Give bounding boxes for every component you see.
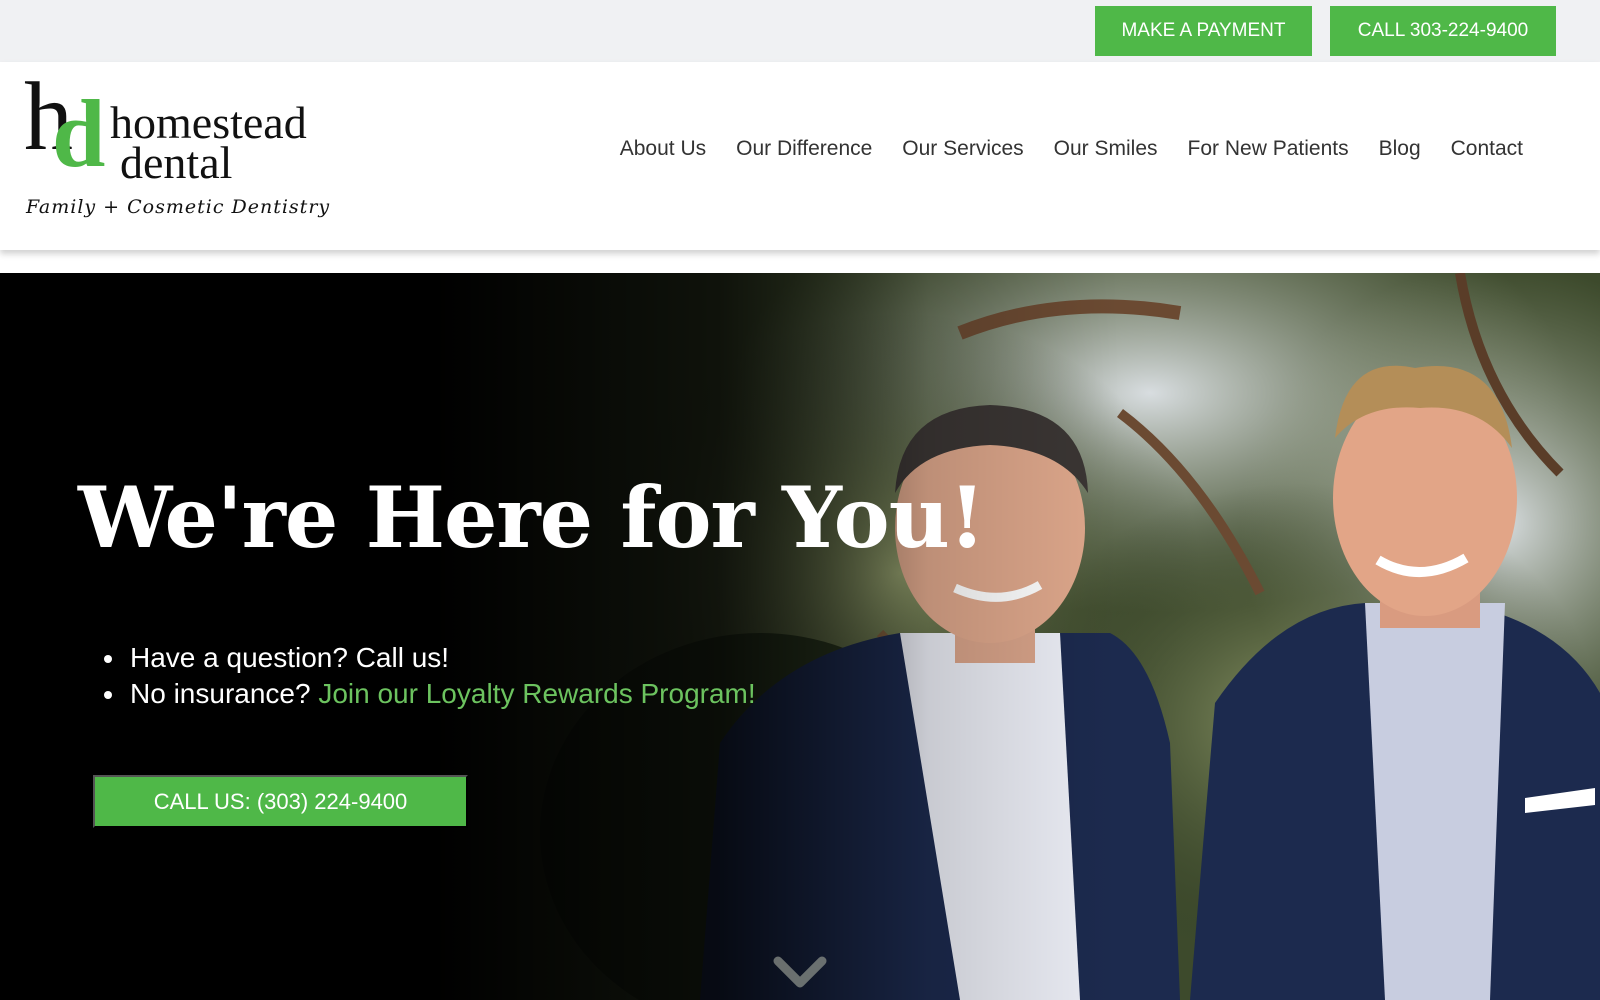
main-navigation: About Us Our Difference Our Services Our… bbox=[605, 137, 1538, 161]
chevron-down-icon[interactable] bbox=[772, 953, 828, 993]
homestead-dental-logo[interactable]: h d homestead dental Family + Cosmetic D… bbox=[24, 68, 334, 241]
hero-title: We're Here for You! bbox=[78, 468, 986, 567]
list-item: No insurance? Join our Loyalty Rewards P… bbox=[100, 676, 756, 712]
hero-banner: We're Here for You! Have a question? Cal… bbox=[0, 273, 1600, 1000]
logo-monogram-d: d bbox=[52, 80, 106, 187]
make-payment-button[interactable]: MAKE A PAYMENT bbox=[1095, 6, 1312, 56]
list-item: Have a question? Call us! bbox=[100, 640, 756, 676]
site-header: h d homestead dental Family + Cosmetic D… bbox=[0, 62, 1600, 250]
utility-bar: MAKE A PAYMENT CALL 303-224-9400 bbox=[0, 0, 1600, 62]
logo-tagline: Family + Cosmetic Dentistry bbox=[26, 196, 331, 218]
bullet-insurance-text: No insurance? bbox=[130, 678, 319, 709]
logo-wordmark-dental: dental bbox=[120, 137, 233, 188]
nav-item-contact[interactable]: Contact bbox=[1436, 137, 1538, 161]
call-phone-button[interactable]: CALL 303-224-9400 bbox=[1330, 6, 1556, 56]
bullet-question-text: Have a question? Call us! bbox=[130, 642, 450, 673]
nav-item-for-new-patients[interactable]: For New Patients bbox=[1173, 137, 1364, 161]
hero-photo-dentists bbox=[0, 273, 1600, 1000]
nav-item-blog[interactable]: Blog bbox=[1364, 137, 1436, 161]
nav-item-our-services[interactable]: Our Services bbox=[887, 137, 1038, 161]
nav-item-our-difference[interactable]: Our Difference bbox=[721, 137, 887, 161]
call-us-button[interactable]: CALL US: (303) 224-9400 bbox=[93, 775, 468, 828]
nav-item-our-smiles[interactable]: Our Smiles bbox=[1039, 137, 1173, 161]
loyalty-rewards-link[interactable]: Join our Loyalty Rewards Program! bbox=[318, 678, 755, 709]
nav-item-about-us[interactable]: About Us bbox=[605, 137, 721, 161]
hero-bullet-list: Have a question? Call us! No insurance? … bbox=[100, 640, 756, 712]
